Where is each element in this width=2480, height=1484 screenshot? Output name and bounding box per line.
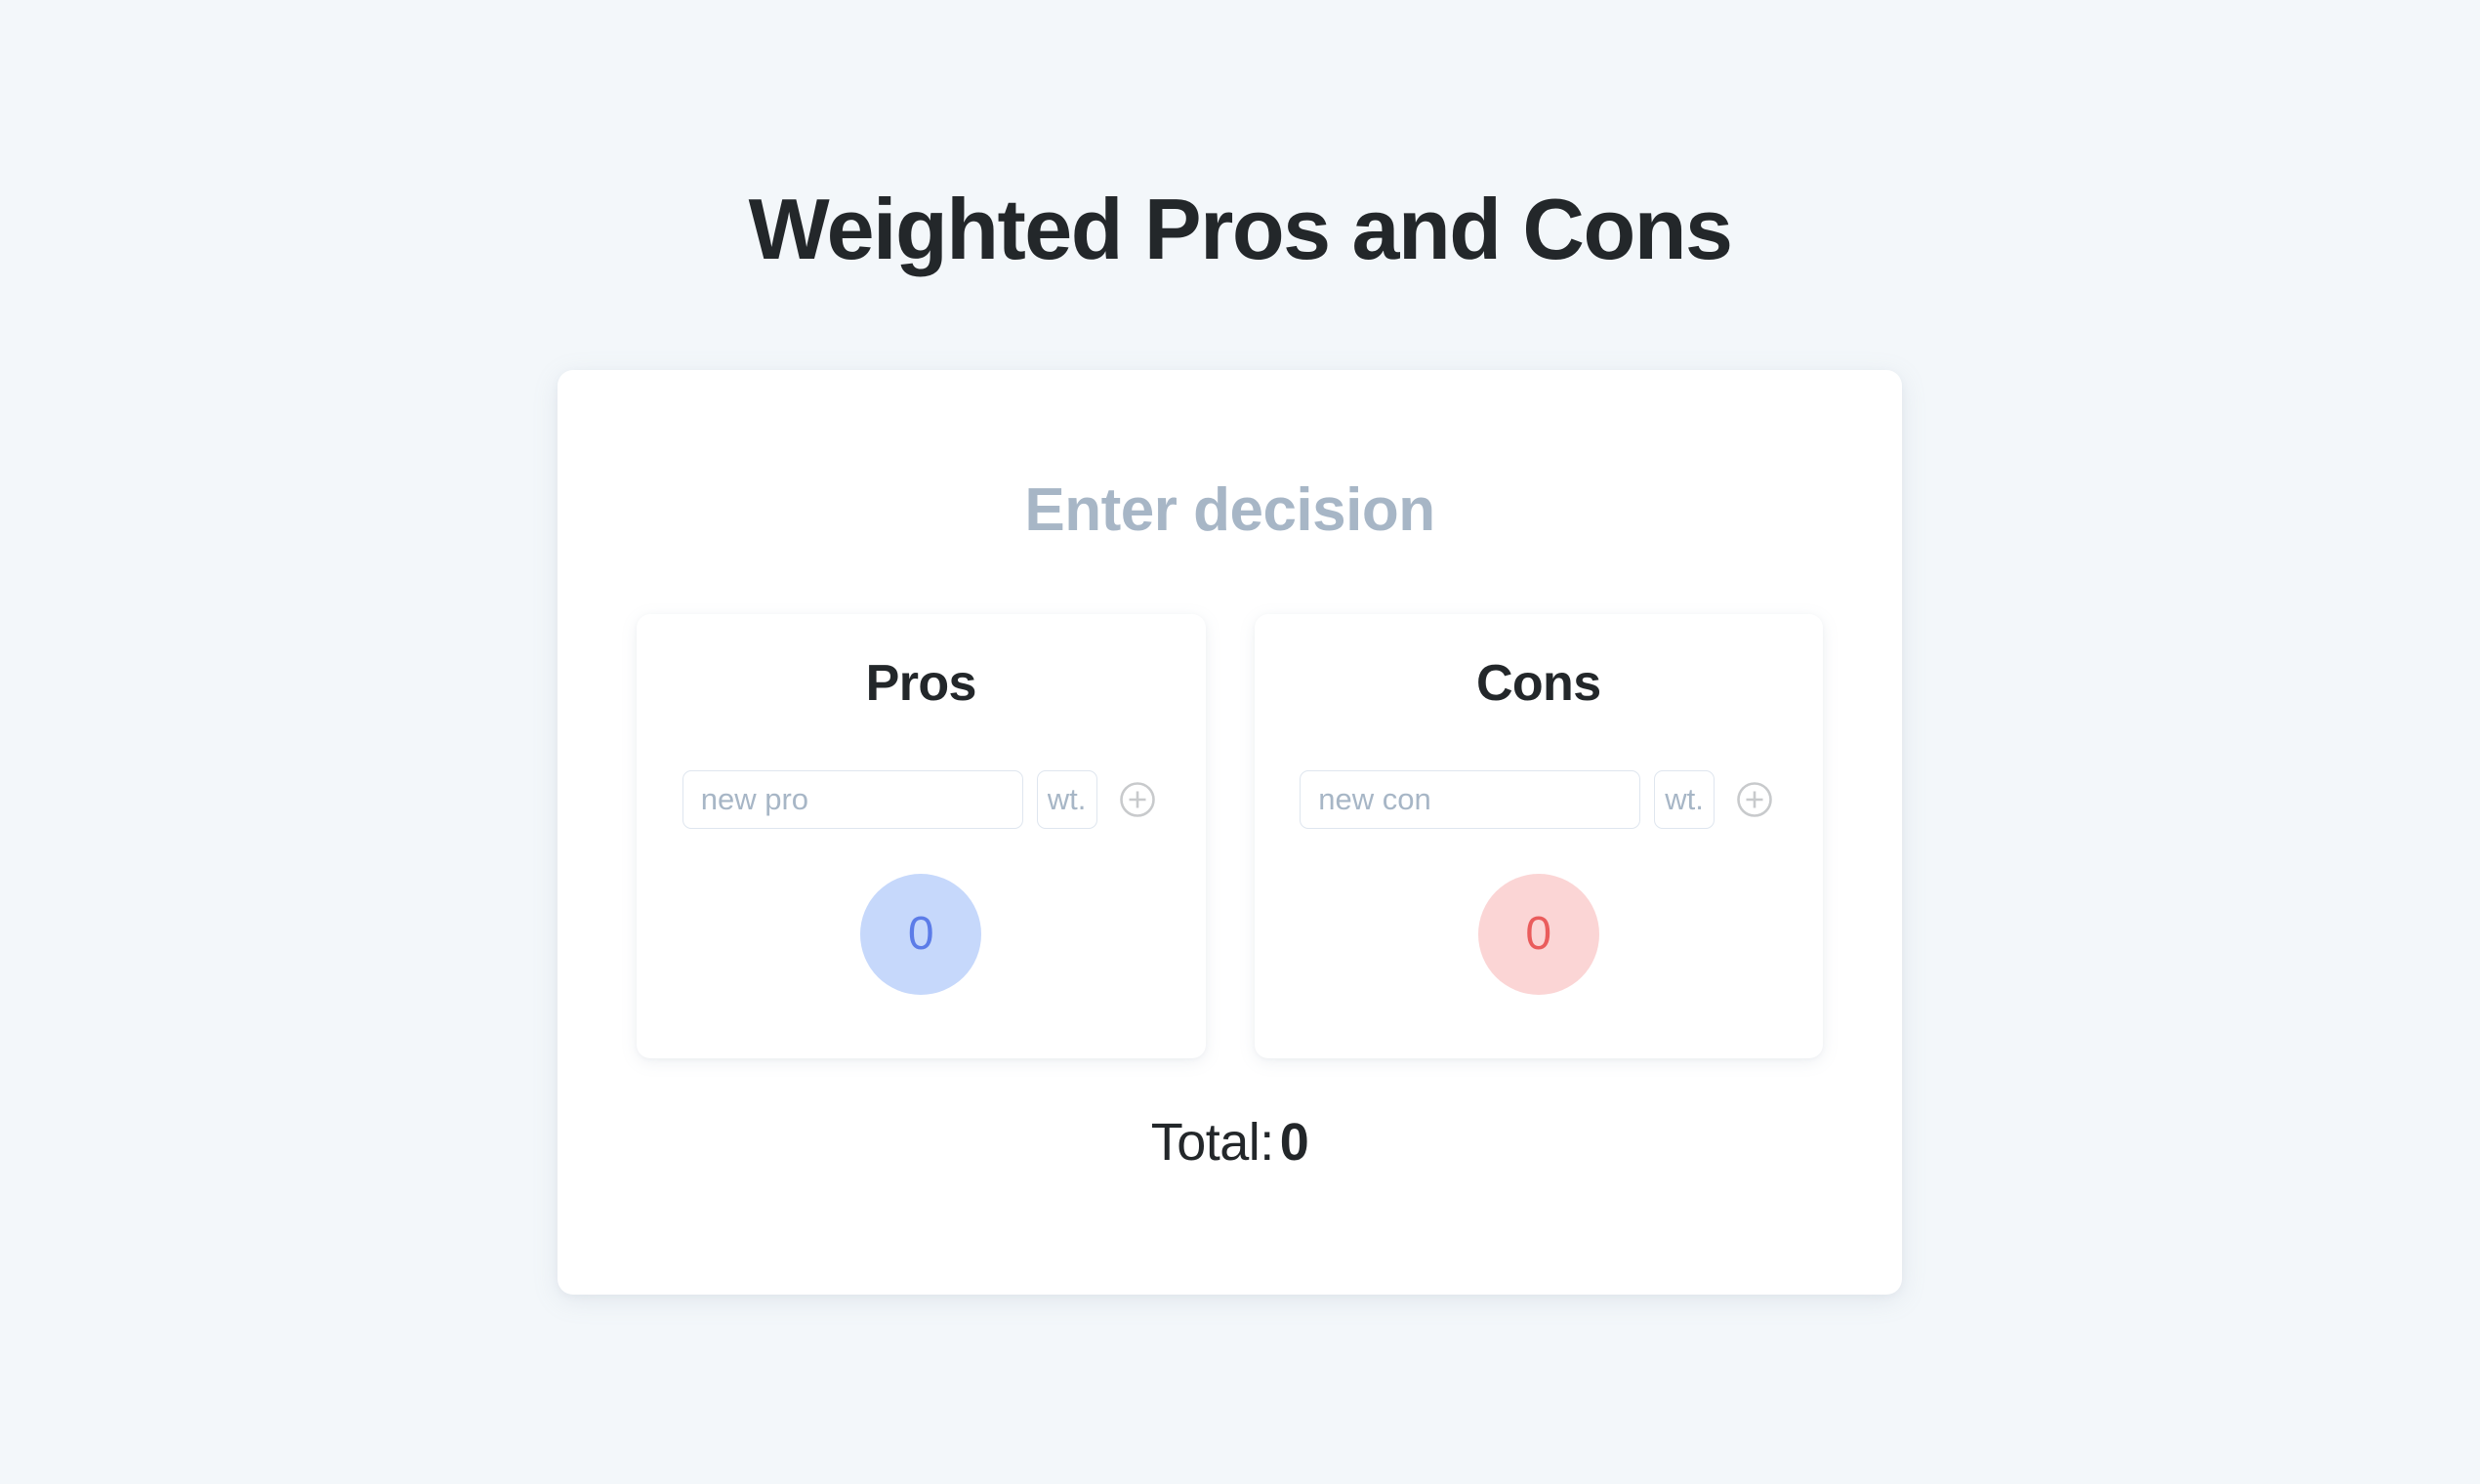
new-con-input[interactable]	[1300, 769, 1641, 829]
cons-input-row	[1255, 769, 1824, 829]
total-row: Total: 0	[558, 1112, 1902, 1172]
new-pro-input[interactable]	[682, 769, 1023, 829]
pro-weight-input[interactable]	[1036, 769, 1097, 829]
add-con-button[interactable]	[1732, 777, 1777, 822]
plus-circle-icon	[1733, 778, 1776, 821]
pros-input-row	[637, 769, 1206, 829]
total-value: 0	[1279, 1112, 1309, 1172]
pros-score: 0	[860, 873, 982, 995]
cons-card: Cons 0	[1254, 614, 1824, 1058]
app-root: Weighted Pros and Cons Enter decision Pr…	[0, 0, 2480, 1484]
pros-cons-columns: Pros 0	[637, 614, 1823, 1058]
pros-card: Pros 0	[637, 614, 1206, 1058]
total-label: Total:	[1150, 1112, 1275, 1172]
con-weight-input[interactable]	[1654, 769, 1715, 829]
decision-title-input[interactable]: Enter decision	[558, 476, 1902, 544]
cons-score-wrap: 0	[1255, 873, 1824, 995]
add-pro-button[interactable]	[1115, 777, 1160, 822]
pros-score-wrap: 0	[637, 873, 1206, 995]
cons-score: 0	[1477, 873, 1599, 995]
pros-title: Pros	[865, 655, 977, 712]
cons-title: Cons	[1475, 655, 1601, 712]
plus-circle-icon	[1116, 778, 1159, 821]
page-title: Weighted Pros and Cons	[748, 180, 1733, 277]
decision-card: Enter decision Pros new pro wt. 0 Cons n…	[558, 370, 1902, 1295]
